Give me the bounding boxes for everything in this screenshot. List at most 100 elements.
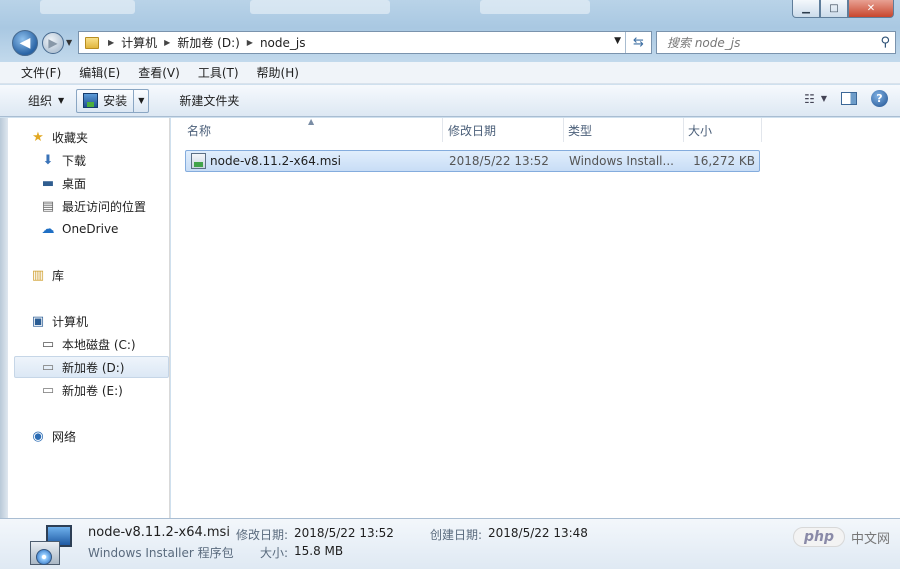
desktop-icon: ▬	[41, 175, 55, 191]
library-icon: ▥	[31, 267, 45, 283]
forward-arrow-icon: ▶	[48, 36, 58, 50]
close-button[interactable]: ✕	[848, 0, 894, 18]
install-button[interactable]: 安装 ▼	[76, 88, 150, 113]
nav-item-network[interactable]: ◉ 网络	[30, 426, 76, 446]
menu-view[interactable]: 查看(V)	[129, 64, 189, 81]
details-created-value: 2018/5/22 13:48	[488, 526, 588, 540]
details-pane: node-v8.11.2-x64.msi Windows Installer 程…	[0, 518, 900, 569]
file-type: Windows Install...	[569, 154, 674, 168]
breadcrumb-node-js[interactable]: node_js	[256, 36, 310, 50]
chevron-right-icon[interactable]: ▶	[161, 38, 173, 47]
drive-icon: ▭	[41, 382, 55, 398]
star-icon: ★	[32, 129, 44, 145]
watermark: php 中文网	[792, 527, 890, 547]
menu-tools[interactable]: 工具(T)	[189, 64, 248, 81]
new-folder-label: 新建文件夹	[179, 94, 240, 108]
drive-icon: ▭	[41, 359, 55, 375]
menu-file[interactable]: 文件(F)	[12, 64, 70, 81]
dropdown-arrow-icon: ▼	[820, 94, 827, 103]
details-modified-label: 修改日期:	[236, 528, 289, 542]
nav-item-desktop[interactable]: ▬ 桌面	[40, 173, 86, 193]
column-header-modified[interactable]: 修改日期	[444, 118, 564, 142]
table-row[interactable]: node-v8.11.2-x64.msi 2018/5/22 13:52 Win…	[185, 150, 760, 172]
nav-label: 收藏夹	[52, 130, 89, 145]
minimize-button[interactable]: ▁	[792, 0, 820, 18]
file-list: ▲ 名称 修改日期 类型 大小 node-v8.11.2-x64.msi 201…	[171, 117, 900, 518]
details-created-label: 创建日期:	[430, 528, 483, 542]
menu-bar: 文件(F) 编辑(E) 查看(V) 工具(T) 帮助(H)	[0, 62, 900, 84]
address-dropdown-icon[interactable]: ▼	[614, 36, 621, 46]
column-label: 类型	[568, 123, 593, 138]
column-header-type[interactable]: 类型	[564, 118, 684, 142]
nav-item-drive-c[interactable]: ▭ 本地磁盘 (C:)	[40, 334, 136, 354]
command-bar: 组织 ▼ 安装 ▼ 新建文件夹 ☷ ▼ ?	[0, 85, 900, 117]
breadcrumb-drive-d[interactable]: 新加卷 (D:)	[173, 34, 243, 51]
details-size-value: 15.8 MB	[294, 544, 344, 558]
watermark-text: 中文网	[850, 531, 890, 547]
refresh-button[interactable]: ⇆	[625, 32, 651, 53]
back-button[interactable]: ◀	[12, 30, 38, 56]
nav-item-onedrive[interactable]: ☁ OneDrive	[40, 219, 119, 239]
change-view-button[interactable]: ☷ ▼	[804, 92, 827, 106]
background-blur	[40, 0, 135, 14]
nav-item-drive-d[interactable]: ▭ 新加卷 (D:)	[40, 357, 125, 377]
forward-button[interactable]: ▶	[42, 32, 64, 54]
column-label: 修改日期	[448, 123, 497, 138]
column-header-size[interactable]: 大小	[684, 118, 762, 142]
details-filename: node-v8.11.2-x64.msi	[88, 525, 230, 540]
nav-label: 计算机	[52, 314, 89, 329]
chevron-right-icon[interactable]: ▶	[244, 38, 256, 47]
dropdown-arrow-icon: ▼	[58, 96, 65, 105]
new-folder-button[interactable]: 新建文件夹	[171, 89, 247, 113]
window-controls: ▁ □ ✕	[792, 0, 894, 18]
preview-pane-button[interactable]	[841, 92, 857, 105]
folder-icon	[85, 36, 99, 49]
installer-icon	[83, 93, 99, 108]
maximize-button[interactable]: □	[820, 0, 848, 18]
network-icon: ◉	[32, 428, 44, 444]
column-label: 名称	[187, 123, 212, 138]
menu-edit[interactable]: 编辑(E)	[70, 64, 129, 81]
details-filetype: Windows Installer 程序包	[88, 546, 234, 560]
details-modified-value: 2018/5/22 13:52	[294, 526, 394, 540]
system-drive-icon: ▭	[41, 336, 55, 352]
search-input[interactable]: 搜索 node_js ⚲	[656, 31, 896, 54]
details-view-icon: ☷	[804, 91, 815, 106]
search-icon[interactable]: ⚲	[880, 35, 890, 50]
file-size: 16,272 KB	[693, 154, 755, 168]
install-dropdown-icon[interactable]: ▼	[134, 96, 148, 105]
address-bar[interactable]: ▶ 计算机 ▶ 新加卷 (D:) ▶ node_js ▼ ⇆	[78, 31, 652, 54]
php-logo: php	[792, 527, 845, 547]
msi-installer-icon	[30, 525, 74, 565]
menu-help[interactable]: 帮助(H)	[248, 64, 308, 81]
msi-installer-icon	[191, 153, 206, 169]
nav-item-drive-e[interactable]: ▭ 新加卷 (E:)	[40, 380, 123, 400]
nav-item-libraries[interactable]: ▥ 库	[30, 265, 64, 285]
view-controls: ☷ ▼ ?	[804, 90, 888, 107]
nav-label: 下载	[62, 153, 87, 168]
nav-item-favorites[interactable]: ★ 收藏夹	[30, 127, 88, 147]
breadcrumb-computer[interactable]: 计算机	[117, 34, 161, 51]
recent-pages-dropdown[interactable]: ▼	[66, 38, 72, 47]
recent-places-icon: ▤	[41, 198, 55, 214]
downloads-icon: ⬇	[42, 152, 54, 168]
nav-label: 最近访问的位置	[62, 199, 147, 214]
nav-label: 库	[52, 268, 65, 283]
help-button[interactable]: ?	[871, 90, 888, 107]
nav-item-downloads[interactable]: ⬇ 下载	[40, 150, 86, 170]
nav-label: 桌面	[62, 176, 87, 191]
nav-label: OneDrive	[62, 222, 119, 236]
nav-label: 新加卷 (D:)	[62, 360, 125, 375]
file-name: node-v8.11.2-x64.msi	[210, 154, 342, 168]
chevron-right-icon[interactable]: ▶	[105, 38, 117, 47]
nav-item-computer[interactable]: ▣ 计算机	[30, 311, 88, 331]
column-header-name[interactable]: 名称	[183, 118, 443, 142]
back-arrow-icon: ◀	[19, 35, 31, 51]
background-blur	[480, 0, 590, 14]
column-label: 大小	[688, 123, 713, 138]
install-label: 安装	[103, 94, 128, 108]
nav-item-recent[interactable]: ▤ 最近访问的位置	[40, 196, 146, 216]
nav-label: 网络	[52, 429, 77, 444]
organize-button[interactable]: 组织 ▼	[20, 89, 72, 113]
organize-label: 组织	[28, 94, 53, 108]
